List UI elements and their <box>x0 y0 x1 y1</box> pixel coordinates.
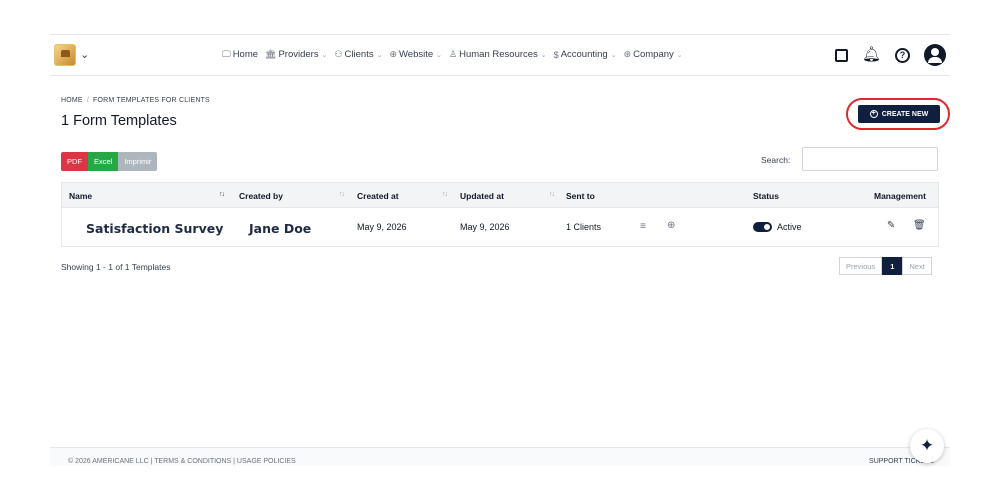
table-info: Showing 1 - 1 of 1 Templates <box>61 262 171 272</box>
nav-item-company[interactable]: ⊛ Company ⌄ <box>624 49 683 60</box>
breadcrumb-current: FORM TEMPLATES FOR CLIENTS <box>92 97 210 104</box>
nav-item-label: Website <box>399 49 434 60</box>
page-1-button[interactable]: 1 <box>882 257 903 275</box>
next-page-button[interactable]: Next <box>902 257 932 275</box>
help-icon[interactable]: ? <box>895 47 910 63</box>
nav-actions: 🔔︎ ? <box>834 44 946 66</box>
chevron-down-icon: ⌄ <box>540 51 547 59</box>
status-text: Active <box>777 222 802 232</box>
note-icon[interactable] <box>834 48 848 62</box>
company-icon: ⊛ <box>623 49 632 59</box>
plus-circle-icon: + <box>869 110 878 118</box>
created-by: Jane Doe <box>249 221 312 236</box>
export-buttons: PDF Excel Imprimir <box>61 152 158 171</box>
page: ⌄ 🖵 Home 🏛 Providers ⌄ ⚇ Clients ⌄ ⊕ Web… <box>0 0 1000 500</box>
nav-links: 🖵 Home 🏛 Providers ⌄ ⚇ Clients ⌄ ⊕ Websi… <box>222 49 683 60</box>
add-circle-icon[interactable]: ⊕ <box>667 220 675 231</box>
created-at: May 9, 2026 <box>357 222 407 232</box>
column-header-name[interactable]: Name <box>69 191 92 201</box>
column-header-status: Status <box>753 191 779 201</box>
table-row: Satisfaction Survey Jane Doe May 9, 2026… <box>62 208 938 246</box>
create-new-label: CREATE NEW <box>881 110 929 118</box>
list-icon[interactable]: ≡ <box>640 221 646 232</box>
status-toggle[interactable] <box>753 222 772 232</box>
nav-item-human-resources[interactable]: ♙ Human Resources ⌄ <box>449 49 547 60</box>
column-header-created-by[interactable]: Created by <box>239 191 283 201</box>
breadcrumb-home[interactable]: HOME <box>61 97 83 104</box>
column-header-updated-at[interactable]: Updated at <box>460 191 504 201</box>
nav-item-label: Clients <box>344 49 374 60</box>
footer: © 2026 AMERICANE LLC | TERMS & CONDITION… <box>50 447 950 466</box>
search-label: Search: <box>761 155 791 165</box>
nav-item-accounting[interactable]: $ Accounting ⌄ <box>554 49 617 60</box>
search-input[interactable] <box>802 147 938 171</box>
user-icon: ♙ <box>449 49 458 59</box>
templates-table: Name ↑↓ Created by ↑↓ Created at ↑↓ Upda… <box>61 182 939 247</box>
breadcrumb: HOME / FORM TEMPLATES FOR CLIENTS <box>61 97 210 104</box>
nav-item-home[interactable]: 🖵 Home <box>222 49 258 60</box>
chevron-down-icon: ⌄ <box>436 51 443 59</box>
building-icon: 🏛 <box>265 49 277 59</box>
sort-asc-icon[interactable]: ↑↓ <box>219 191 225 198</box>
edit-pencil-icon[interactable]: ✎ <box>887 220 895 231</box>
top-navigation: ⌄ 🖵 Home 🏛 Providers ⌄ ⚇ Clients ⌄ ⊕ Web… <box>50 34 950 76</box>
nav-item-label: Accounting <box>560 49 608 60</box>
sort-icon[interactable]: ↑↓ <box>442 191 448 198</box>
footer-links[interactable]: © 2026 AMERICANE LLC | TERMS & CONDITION… <box>68 458 296 465</box>
column-header-management: Management <box>874 191 926 201</box>
excel-button[interactable]: Excel <box>88 152 119 171</box>
chevron-down-icon: ⌄ <box>610 51 617 59</box>
nav-item-website[interactable]: ⊕ Website ⌄ <box>389 49 442 60</box>
print-button[interactable]: Imprimir <box>118 152 158 171</box>
sort-icon[interactable]: ↑↓ <box>549 191 555 198</box>
chevron-down-icon[interactable]: ⌄ <box>80 48 89 61</box>
page-title: 1 Form Templates <box>61 113 177 129</box>
bell-icon[interactable]: 🔔︎ <box>862 45 881 65</box>
previous-page-button[interactable]: Previous <box>839 257 883 275</box>
updated-at: May 9, 2026 <box>460 222 510 232</box>
sparkle-icon: ✦ <box>919 436 935 455</box>
create-new-button[interactable]: + CREATE NEW <box>858 105 940 123</box>
sort-icon[interactable]: ↑↓ <box>339 191 345 198</box>
template-name[interactable]: Satisfaction Survey <box>86 221 223 236</box>
dollar-icon: $ <box>553 49 559 60</box>
pagination: Previous 1 Next <box>839 257 932 275</box>
nav-item-label: Company <box>633 49 674 60</box>
sent-to: 1 Clients <box>566 222 602 232</box>
monitor-icon: 🖵 <box>222 49 231 59</box>
avatar[interactable] <box>924 44 946 66</box>
chevron-down-icon: ⌄ <box>376 51 383 59</box>
nav-item-providers[interactable]: 🏛 Providers ⌄ <box>265 49 327 60</box>
create-button-highlight: + CREATE NEW <box>846 98 950 130</box>
chevron-down-icon: ⌄ <box>321 51 328 59</box>
sparkle-assistant-button[interactable]: ✦ <box>910 429 944 463</box>
nav-item-clients[interactable]: ⚇ Clients ⌄ <box>334 49 382 60</box>
globe-icon: ⊕ <box>389 49 398 59</box>
trash-icon[interactable]: 🗑︎ <box>913 220 926 231</box>
column-header-created-at[interactable]: Created at <box>357 191 399 201</box>
company-logo[interactable] <box>54 44 76 66</box>
table-header: Name ↑↓ Created by ↑↓ Created at ↑↓ Upda… <box>62 183 938 208</box>
column-header-sent-to[interactable]: Sent to <box>566 191 595 201</box>
pdf-button[interactable]: PDF <box>61 152 88 171</box>
nav-item-label: Providers <box>278 49 319 60</box>
chevron-down-icon: ⌄ <box>676 51 683 59</box>
users-icon: ⚇ <box>334 49 343 59</box>
nav-item-label: Human Resources <box>459 49 538 60</box>
nav-item-label: Home <box>232 49 259 60</box>
